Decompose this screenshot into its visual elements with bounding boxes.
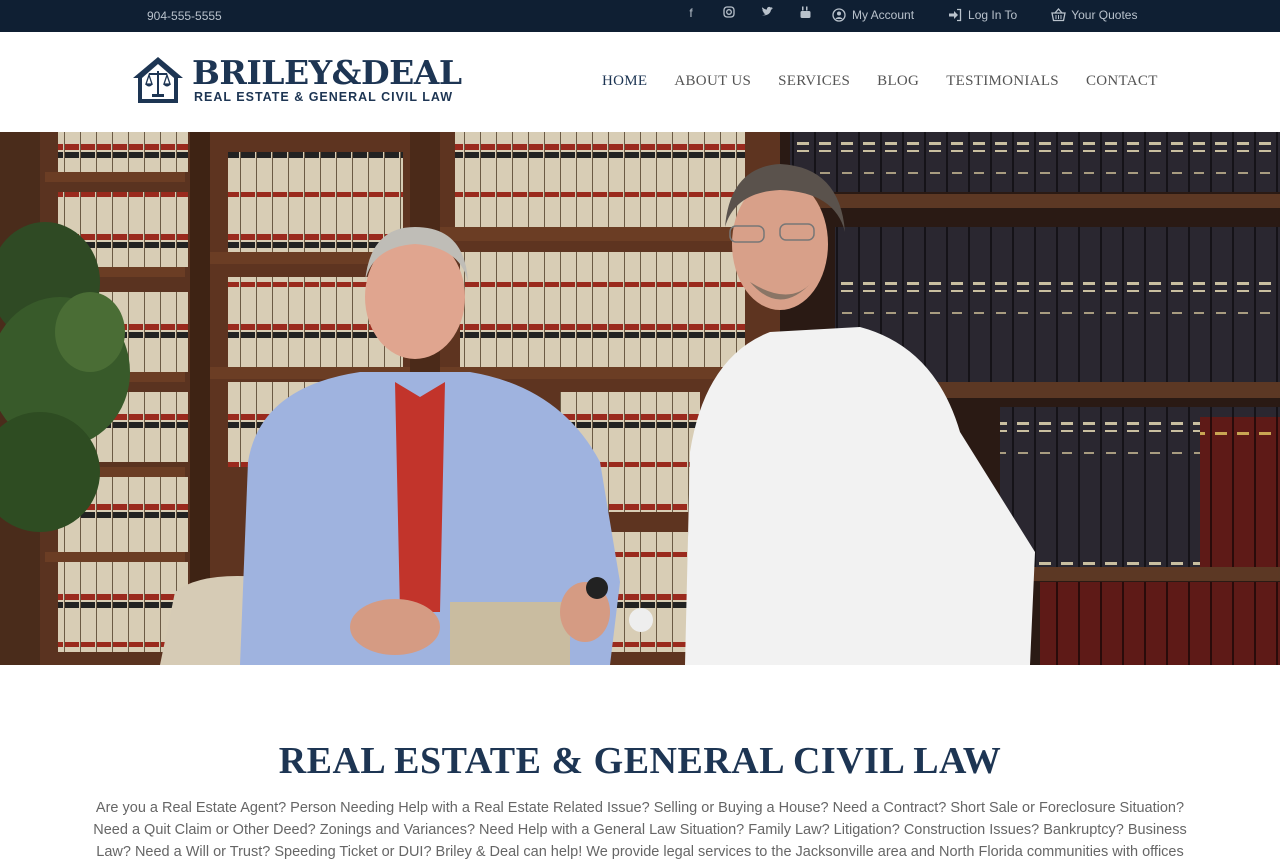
hero-slider[interactable]	[0, 132, 1280, 665]
intro-section: REAL ESTATE & GENERAL CIVIL LAW Are you …	[0, 665, 1280, 860]
my-account-link[interactable]: My Account	[832, 8, 914, 22]
logo-tagline: REAL ESTATE & GENERAL CIVIL LAW	[194, 90, 454, 104]
facebook-icon[interactable]: f	[672, 6, 710, 22]
twitter-icon[interactable]	[748, 6, 786, 22]
your-quotes-link[interactable]: Your Quotes	[1051, 8, 1137, 22]
nav-blog[interactable]: BLOG	[877, 73, 919, 90]
logo-name: BRILEY&DEAL	[192, 53, 462, 92]
social-links: f	[672, 6, 824, 22]
house-scales-icon	[133, 57, 183, 103]
my-account-label: My Account	[852, 8, 915, 22]
sign-in-icon	[948, 8, 962, 22]
user-icon	[832, 8, 846, 22]
nav-home[interactable]: HOME	[602, 73, 647, 90]
section-heading: REAL ESTATE & GENERAL CIVIL LAW	[278, 740, 1002, 782]
site-logo[interactable]: BRILEY&DEAL REAL ESTATE & GENERAL CIVIL …	[132, 56, 462, 104]
nav-services[interactable]: SERVICES	[778, 73, 850, 90]
hero-photo	[0, 132, 1280, 665]
slide-indicator-dot[interactable]	[629, 608, 653, 632]
top-bar: 904-555-5555 f My Account Log In To Your…	[0, 0, 1280, 32]
nav-testimonials[interactable]: TESTIMONIALS	[946, 73, 1059, 90]
nav-contact[interactable]: CONTACT	[1086, 73, 1158, 90]
youtube-icon[interactable]	[786, 6, 824, 22]
basket-icon	[1051, 8, 1066, 22]
site-header: BRILEY&DEAL REAL ESTATE & GENERAL CIVIL …	[0, 32, 1280, 132]
section-body: Are you a Real Estate Agent? Person Need…	[93, 800, 1187, 860]
log-in-label: Log In To	[968, 8, 1018, 22]
account-links: My Account Log In To Your Quotes	[832, 8, 1171, 22]
main-nav: HOME ABOUT US SERVICES BLOG TESTIMONIALS…	[602, 73, 1185, 90]
nav-about-us[interactable]: ABOUT US	[674, 73, 751, 90]
log-in-link[interactable]: Log In To	[948, 8, 1017, 22]
your-quotes-label: Your Quotes	[1071, 8, 1138, 22]
logo-text: BRILEY&DEAL REAL ESTATE & GENERAL CIVIL …	[192, 53, 462, 105]
phone-number[interactable]: 904-555-5555	[147, 9, 222, 23]
instagram-icon[interactable]	[710, 6, 748, 22]
